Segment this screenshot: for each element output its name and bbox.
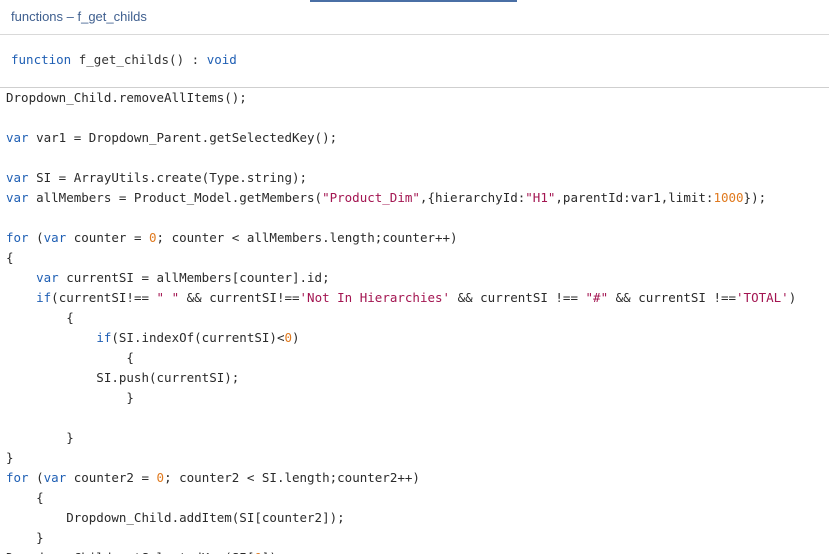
code-line[interactable]: } [6,428,74,448]
code-line[interactable]: } [6,448,14,468]
code-token: ) [292,330,300,345]
code-token: if [36,290,52,305]
code-token: ( [28,230,44,245]
function-signature[interactable]: function f_get_childs() : void [11,52,237,67]
code-token: var [43,230,67,245]
code-token: 0 [149,230,157,245]
code-token: var [6,170,29,185]
code-token: var [6,190,29,205]
code-token: Dropdown_Child.setSelectedKey(SI[ [6,550,254,554]
code-line[interactable]: Dropdown_Child.removeAllItems(); [6,88,247,108]
code-token: }); [743,190,767,205]
code-line[interactable]: } [6,528,44,548]
code-token: "Product_Dim" [322,190,420,205]
code-line[interactable]: { [6,348,134,368]
code-token: 0 [284,330,292,345]
code-token: if [96,330,112,345]
code-token: && currentSI!== [179,290,300,305]
code-editor[interactable]: Dropdown_Child.removeAllItems(); var var1… [0,88,829,554]
code-line[interactable]: SI.push(currentSI); [6,368,239,388]
code-token: ]); [262,550,285,554]
code-token: Dropdown_Child.addItem(SI[counter2]); [6,510,345,525]
code-line[interactable]: { [6,248,14,268]
code-token: (currentSI!== [51,290,157,305]
code-token: var1 = Dropdown_Parent.getSelectedKey(); [28,130,338,145]
code-token: { [6,490,44,505]
code-token: } [6,390,134,405]
code-token: ,parentId:var1,limit: [555,190,714,205]
code-token: 1000 [713,190,744,205]
code-line[interactable]: { [6,308,74,328]
code-line[interactable]: { [6,488,44,508]
code-token: 0 [254,550,262,554]
code-token: currentSI = allMembers[counter].id; [58,270,330,285]
code-token: Dropdown_Child.removeAllItems(); [6,90,247,105]
code-token: SI = ArrayUtils.create(Type.string); [28,170,308,185]
code-token: var [36,270,59,285]
code-token: var [43,470,67,485]
function-signature-bar: function f_get_childs() : void [0,35,829,88]
code-token: && currentSI !== [450,290,586,305]
code-token: { [6,350,134,365]
code-line[interactable]: for (var counter = 0; counter < allMembe… [6,228,458,248]
code-token: " " [156,290,180,305]
code-token: "H1" [525,190,556,205]
code-token: ) [788,290,797,305]
signature-return-type: void [206,52,237,67]
code-token: counter2 = [66,470,157,485]
code-token: 'TOTAL' [736,290,789,305]
code-token: var [6,130,29,145]
code-token: SI.push(currentSI); [6,370,240,385]
code-line[interactable]: var allMembers = Product_Model.getMember… [6,188,766,208]
code-line[interactable]: } [6,388,134,408]
code-token: 'Not In Hierarchies' [299,290,451,305]
code-token: allMembers = Product_Model.getMembers( [28,190,323,205]
function-file-title[interactable]: functions – f_get_childs [11,9,147,24]
code-line[interactable]: Dropdown_Child.addItem(SI[counter2]); [6,508,345,528]
code-token: && currentSI !== [608,290,737,305]
code-line[interactable]: Dropdown_Child.setSelectedKey(SI[0]); [6,548,284,554]
code-line[interactable]: var SI = ArrayUtils.create(Type.string); [6,168,307,188]
signature-keyword: function [11,52,72,67]
code-token: 0 [156,470,165,485]
code-token: { [6,250,14,265]
signature-name: f_get_childs() : [71,52,207,67]
code-token: ,{hierarchyId: [419,190,526,205]
code-token: ( [28,470,44,485]
code-token: { [6,310,74,325]
code-line[interactable]: for (var counter2 = 0; counter2 < SI.len… [6,468,420,488]
code-token: ; counter < allMembers.length;counter++) [156,230,458,245]
editor-tab-header: functions – f_get_childs [0,0,829,35]
code-token: (SI.indexOf(currentSI)< [111,330,285,345]
code-token: "#" [585,290,609,305]
code-token: for [6,230,29,245]
code-token: counter = [66,230,150,245]
code-token: for [6,470,29,485]
code-token: ; counter2 < SI.length;counter2++) [164,470,420,485]
code-token: } [6,530,44,545]
code-line[interactable]: if(SI.indexOf(currentSI)<0) [6,328,300,348]
code-line[interactable]: var currentSI = allMembers[counter].id; [6,268,330,288]
code-token: } [6,430,74,445]
code-line[interactable]: var var1 = Dropdown_Parent.getSelectedKe… [6,128,337,148]
active-tab-indicator [310,0,517,2]
code-line[interactable]: if(currentSI!== " " && currentSI!=='Not … [6,288,796,308]
code-token: } [6,450,14,465]
